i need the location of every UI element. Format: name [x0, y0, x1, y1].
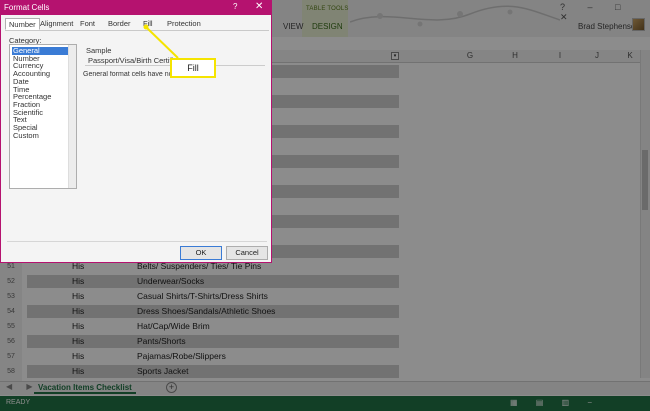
- close-icon[interactable]: ✕: [255, 1, 263, 12]
- tab-fill[interactable]: Fill: [140, 18, 156, 30]
- callout-fill-label: Fill: [170, 58, 216, 78]
- category-item-custom[interactable]: Custom: [12, 131, 68, 140]
- tab-alignment[interactable]: Alignment: [37, 18, 76, 30]
- tab-protection[interactable]: Protection: [164, 18, 204, 30]
- cancel-button[interactable]: Cancel: [226, 246, 268, 260]
- general-description: General format cells have no spec: [83, 71, 173, 78]
- dialog-tabs: Number Alignment Font Border Fill Protec…: [5, 18, 269, 31]
- dialog-titlebar: Format Cells ? ✕: [1, 1, 271, 15]
- tab-border[interactable]: Border: [105, 18, 134, 30]
- ok-button[interactable]: OK: [180, 246, 222, 260]
- tab-font[interactable]: Font: [77, 18, 98, 30]
- category-list-scrollbar[interactable]: [68, 45, 76, 188]
- tab-number[interactable]: Number: [5, 18, 40, 30]
- dialog-separator: [7, 241, 267, 242]
- dialog-title: Format Cells: [4, 3, 50, 12]
- category-list[interactable]: General Number Currency Accounting Date Time P…: [9, 44, 77, 189]
- format-cells-dialog: Format Cells ? ✕ Number Alignment Font B…: [0, 0, 272, 263]
- help-icon[interactable]: ?: [233, 2, 237, 11]
